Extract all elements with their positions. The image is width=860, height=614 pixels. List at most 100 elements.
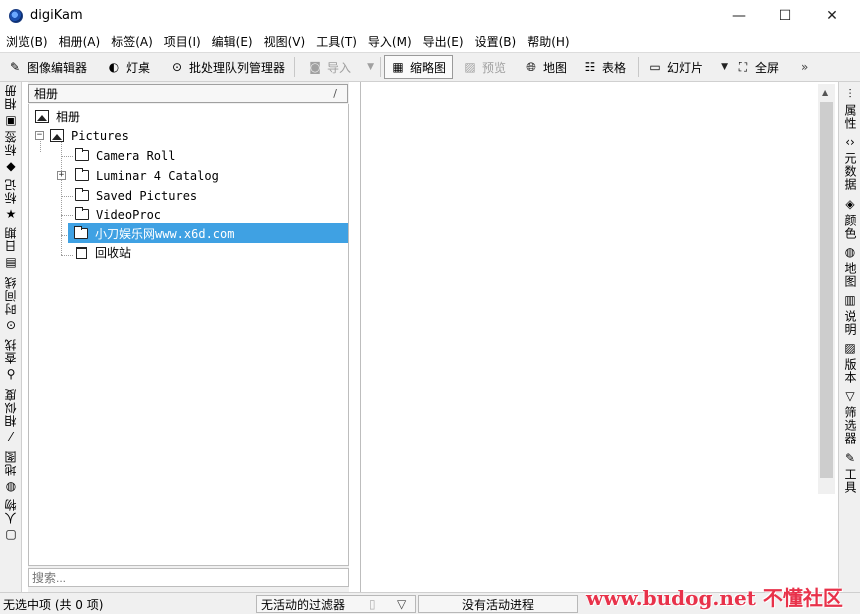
- tab-filters[interactable]: ▽ 筛选器: [839, 386, 860, 445]
- tree-item-camera-roll[interactable]: Camera Roll: [75, 146, 175, 165]
- tree-root-albums[interactable]: 相册: [35, 107, 80, 126]
- tab-albums[interactable]: 相册 ▣: [0, 84, 22, 130]
- tab-captions[interactable]: ▥ 说明: [839, 290, 860, 336]
- star-icon: ★: [5, 207, 17, 221]
- menu-tools[interactable]: 工具(T): [311, 33, 362, 50]
- menu-item[interactable]: 项目(I): [159, 33, 206, 50]
- tab-map[interactable]: 地图 ◍: [0, 450, 22, 496]
- map-button[interactable]: 🌐︎ 地图: [518, 55, 573, 79]
- pencil-icon: ✎: [9, 60, 21, 74]
- table-button[interactable]: ☷ 表格: [577, 55, 632, 79]
- tab-right-tools[interactable]: ✎ 工具: [839, 448, 860, 494]
- menu-import[interactable]: 导入(M): [363, 33, 417, 50]
- tab-timeline[interactable]: 时间线 ⊙: [0, 276, 22, 335]
- image-editor-button[interactable]: ✎ 图像编辑器: [2, 55, 93, 79]
- preview-button[interactable]: ▨ 预览: [457, 55, 512, 79]
- album-root-icon: [35, 110, 49, 123]
- tab-search[interactable]: 查找 ⚲: [0, 338, 22, 384]
- folder-icon: [75, 207, 89, 220]
- menu-export[interactable]: 导出(E): [418, 33, 469, 50]
- tab-colors-label: 颜色: [843, 214, 857, 240]
- tab-versions[interactable]: ▨ 版本: [839, 338, 860, 384]
- toolbar-separator: [379, 57, 381, 77]
- thumbnails-button[interactable]: ▦ 缩略图: [383, 55, 453, 79]
- tab-metadata[interactable]: ‹› 元数据: [839, 132, 860, 191]
- tree-item-trash[interactable]: 回收站: [74, 243, 131, 262]
- filter-icon[interactable]: ▽: [397, 597, 406, 611]
- close-button[interactable]: ✕: [809, 0, 855, 31]
- tree-line: [61, 215, 73, 216]
- menu-view[interactable]: 视图(V): [259, 33, 311, 50]
- vertical-scrollbar[interactable]: ▲: [818, 84, 835, 494]
- menu-browse[interactable]: 浏览(B): [1, 33, 53, 50]
- tree-item-videoproc[interactable]: VideoProc: [75, 205, 161, 224]
- clear-filter-icon[interactable]: ▯: [369, 597, 376, 611]
- window-title: digiKam: [30, 8, 83, 23]
- tab-tags-label: 标签: [4, 130, 18, 156]
- tree-item-luminar[interactable]: + Luminar 4 Catalog: [57, 166, 219, 185]
- tab-dates[interactable]: 日期 ▤: [0, 226, 22, 272]
- tab-properties[interactable]: ⫶ 属性: [839, 84, 860, 131]
- tab-similarity[interactable]: 相似度 ⁄: [0, 388, 22, 447]
- menu-edit[interactable]: 编辑(E): [207, 33, 258, 50]
- wand-icon: ⁄: [9, 430, 12, 444]
- tab-metadata-label: 元数据: [843, 152, 857, 191]
- light-table-label: 灯桌: [126, 60, 151, 75]
- tab-right-map[interactable]: ◍ 地图: [839, 242, 860, 288]
- album-panel-header: 相册 /: [28, 84, 348, 103]
- import-button[interactable]: ◙ 导入: [302, 55, 357, 79]
- menu-bar: 浏览(B) 相册(A) 标签(A) 项目(I) 编辑(E) 视图(V) 工具(T…: [0, 31, 860, 52]
- menu-settings[interactable]: 设置(B): [470, 33, 522, 50]
- menu-tag[interactable]: 标签(A): [106, 33, 158, 50]
- tree-item-label: Luminar 4 Catalog: [96, 168, 219, 183]
- image-editor-label: 图像编辑器: [27, 60, 88, 75]
- slideshow-label: 幻灯片: [667, 60, 704, 75]
- toolbar-more-button[interactable]: »: [795, 55, 814, 79]
- menu-album[interactable]: 相册(A): [54, 33, 106, 50]
- batch-queue-button[interactable]: ⊙ 批处理队列管理器: [164, 55, 291, 79]
- pencil-icon: ✎: [844, 451, 856, 465]
- import-dropdown-icon[interactable]: ▼: [367, 62, 374, 72]
- tab-tags[interactable]: 标签 ◆: [0, 130, 22, 176]
- tab-people-label: 人物: [4, 498, 18, 524]
- preview-image-icon: ▨: [464, 60, 476, 74]
- tab-search-label: 查找: [4, 338, 18, 364]
- tree-item-x6d[interactable]: 小刀娱乐网www.x6d.com: [74, 224, 234, 243]
- tree-item-saved-pictures[interactable]: Saved Pictures: [75, 186, 197, 205]
- tab-timeline-label: 时间线: [4, 276, 18, 315]
- person-icon: ▢: [5, 527, 17, 541]
- camera-icon: ◙: [309, 60, 321, 74]
- tab-similarity-label: 相似度: [4, 388, 18, 427]
- edit-icon[interactable]: /: [333, 87, 337, 100]
- tab-labels[interactable]: 标记 ★: [0, 178, 22, 224]
- collapse-icon[interactable]: −: [35, 131, 44, 140]
- album-search-input[interactable]: [28, 568, 349, 587]
- fullscreen-button[interactable]: ⛶ 全屏: [730, 55, 785, 79]
- expand-icon[interactable]: +: [57, 171, 66, 180]
- maximize-button[interactable]: ☐: [762, 0, 808, 31]
- menu-help[interactable]: 帮助(H): [522, 33, 574, 50]
- tab-filters-label: 筛选器: [843, 406, 857, 445]
- toolbar-separator: [638, 57, 640, 77]
- right-sidebar-tabs: ⫶ 属性 ‹› 元数据 ◈ 颜色 ◍ 地图 ▥ 说明 ▨ 版本 ▽ 筛选器 ✎ …: [838, 82, 860, 592]
- tab-dates-label: 日期: [4, 226, 18, 252]
- tab-versions-label: 版本: [843, 358, 857, 384]
- folder-icon: [75, 188, 89, 201]
- import-label: 导入: [327, 60, 352, 75]
- scrollbar-thumb[interactable]: [820, 102, 833, 478]
- tab-people[interactable]: 人物 ▢: [0, 498, 22, 544]
- minimize-button[interactable]: —: [716, 0, 762, 31]
- digikam-logo-icon: [9, 8, 23, 23]
- table-label: 表格: [602, 60, 627, 75]
- tree-item-pictures[interactable]: − Pictures: [35, 126, 129, 145]
- slideshow-button[interactable]: ▭ 幻灯片: [642, 55, 709, 79]
- light-table-button[interactable]: ◐ 灯桌: [101, 55, 156, 79]
- filter-status[interactable]: 无活动的过滤器 ▯ ▽: [256, 595, 416, 613]
- thumbnail-view[interactable]: [360, 82, 838, 592]
- globe-icon: ◍: [5, 479, 17, 493]
- filter-icon: ▽: [845, 389, 855, 403]
- folder-icon: [75, 148, 89, 161]
- scroll-up-icon[interactable]: ▲: [822, 88, 828, 97]
- slideshow-dropdown-icon[interactable]: ▼: [721, 62, 728, 72]
- tab-colors[interactable]: ◈ 颜色: [839, 194, 860, 240]
